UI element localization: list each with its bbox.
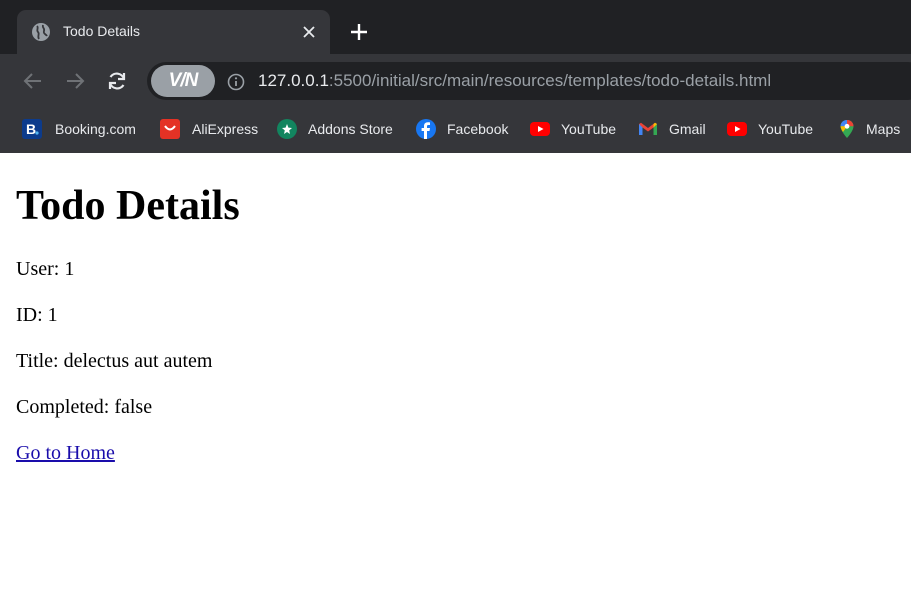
tab-todo-details[interactable]: Todo Details xyxy=(17,10,330,54)
url-path: :5500/initial/src/main/resources/templat… xyxy=(328,71,772,90)
bookmark-label: Gmail xyxy=(669,121,706,137)
booking-icon: B xyxy=(22,119,42,139)
address-bar[interactable]: V/N 127.0.0.1:5500/initial/src/main/reso… xyxy=(147,62,911,100)
svg-text:B: B xyxy=(26,121,36,137)
bookmarks-bar: B Booking.com AliExpress Addons Store Fa… xyxy=(0,106,911,153)
forward-arrow-icon[interactable] xyxy=(64,70,86,92)
tab-title: Todo Details xyxy=(63,23,141,39)
title-field: Title: delectus aut autem xyxy=(16,350,213,372)
bookmark-label: Booking.com xyxy=(55,121,136,137)
bookmark-label: Addons Store xyxy=(308,121,393,137)
page-title: Todo Details xyxy=(16,183,240,229)
facebook-icon xyxy=(416,119,436,139)
bookmark-label: AliExpress xyxy=(192,121,259,137)
plus-icon[interactable] xyxy=(347,20,371,44)
info-icon[interactable] xyxy=(227,73,245,91)
bookmark-label: Maps xyxy=(866,121,901,137)
close-icon[interactable] xyxy=(302,25,316,39)
gmail-icon xyxy=(639,122,657,135)
url-text[interactable]: 127.0.0.1:5500/initial/src/main/resource… xyxy=(258,71,771,91)
tab-strip: Todo Details xyxy=(0,0,911,54)
youtube-icon xyxy=(727,122,747,136)
youtube-icon xyxy=(530,122,550,136)
page-content: Todo Details User: 1 ID: 1 Title: delect… xyxy=(0,153,911,612)
vn-extension-button[interactable]: V/N xyxy=(151,65,215,97)
id-field: ID: 1 xyxy=(16,304,58,326)
bookmark-label: YouTube xyxy=(758,121,814,137)
vn-extension-label: V/N xyxy=(168,70,199,91)
addons-store-icon xyxy=(277,119,297,139)
url-host: 127.0.0.1 xyxy=(258,71,329,90)
completed-field: Completed: false xyxy=(16,396,153,418)
browser-toolbar: V/N 127.0.0.1:5500/initial/src/main/reso… xyxy=(0,54,911,106)
globe-icon xyxy=(32,23,50,41)
reload-icon[interactable] xyxy=(106,70,128,92)
bookmark-label: YouTube xyxy=(561,121,617,137)
maps-icon xyxy=(840,120,854,138)
aliexpress-icon xyxy=(160,119,180,139)
back-arrow-icon[interactable] xyxy=(22,70,44,92)
bookmark-label: Facebook xyxy=(447,121,509,137)
user-field: User: 1 xyxy=(16,258,75,280)
go-to-home-link[interactable]: Go to Home xyxy=(16,442,115,465)
